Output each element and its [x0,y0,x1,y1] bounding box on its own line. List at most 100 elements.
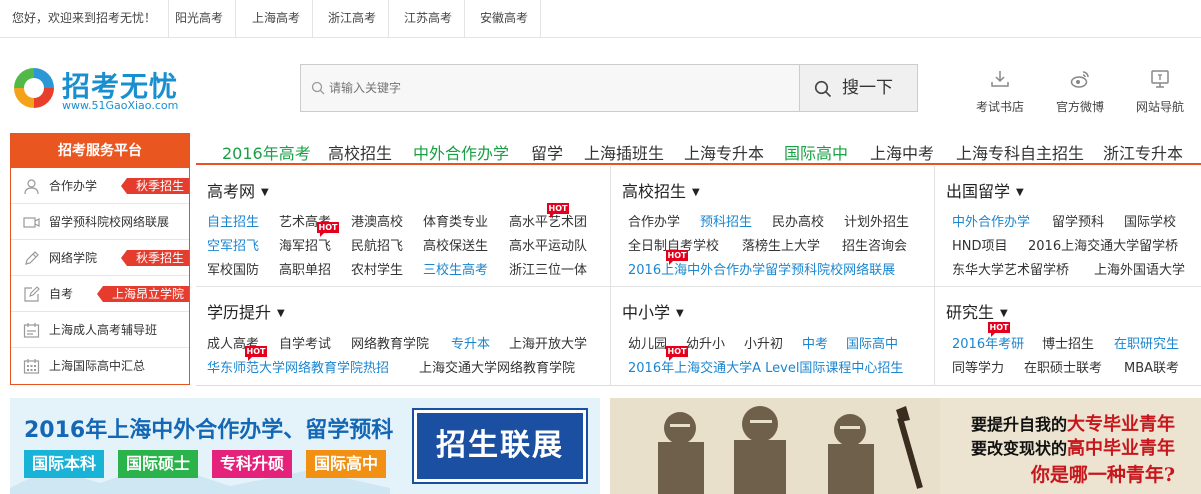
nav-item-zhongkao[interactable]: 上海中考 [870,140,934,164]
banner-line-2: 要改变现状的高中毕业青年 [970,438,1175,459]
link[interactable]: 上海交通大学网络教育学院 [419,357,575,376]
link[interactable]: 体育类专业 [423,211,488,230]
service-item-liuxue-yuke[interactable]: 留学预科院校网络联展 [11,204,189,240]
link[interactable]: 海军招飞 [279,235,331,254]
link[interactable]: 民航招飞 [351,235,403,254]
hot-badge: HOT [245,346,267,361]
link[interactable]: 港澳高校 [351,211,403,230]
nav-item-zhuanshengben[interactable]: 上海专升本 [684,140,764,164]
nav-item-hezuo[interactable]: 中外合作办学 [413,140,509,164]
nav-item-zhejiang-zsb[interactable]: 浙江专升本 [1103,140,1183,164]
search-small-icon [311,81,325,95]
link[interactable]: MBA联考 [1124,357,1179,376]
hot-badge: HOT [317,222,339,237]
quick-link-sitemap[interactable]: 网站导航 [1125,68,1195,120]
service-item-guoji-gaozhong[interactable]: 上海国际高中汇总 [11,348,189,384]
link[interactable]: 中外合作办学 [952,211,1030,230]
search-input[interactable] [329,73,789,103]
section-title[interactable]: 出国留学 ▼ [946,178,1024,202]
link[interactable]: 同等学力 [952,357,1004,376]
link[interactable]: 计划外招生 [844,211,909,230]
link[interactable]: 在职研究生 [1114,333,1179,352]
link[interactable]: 高校保送生 [423,235,488,254]
service-panel: 招考服务平台 合作办学 秋季招生 留学预科院校网络联展 网络学院 秋季招生 自考… [10,133,190,385]
service-item-label: 网络学院 [49,251,98,265]
nav-item-liuxue[interactable]: 留学 [531,140,563,164]
topbar-link-jiangsu[interactable]: 江苏高考 [392,0,466,37]
link[interactable]: 高职单招 [279,259,331,278]
link[interactable]: 空军招飞 [207,235,259,254]
topbar-link-shanghai[interactable]: 上海高考 [240,0,314,37]
logo-mark-icon [14,68,54,108]
banner-hezuo-liuxue[interactable]: 2016年上海中外合作办学、留学预科 国际本科 国际硕士 专科升硕 国际高中 招… [10,398,600,494]
banner-line-1: 要提升自我的大专毕业青年 [970,414,1175,435]
nav-item-gaoxiao[interactable]: 高校招生 [328,140,392,164]
link[interactable]: 农村学生 [351,259,403,278]
link[interactable]: 华东师范大学网络教育学院热招 [207,357,389,376]
link[interactable]: 幼升小 [686,333,725,352]
section-title[interactable]: 中小学 ▼ [622,299,684,323]
link[interactable]: 军校国防 [207,259,259,278]
service-item-zikao[interactable]: 自考 上海昂立学院 [11,276,190,312]
service-badge: 秋季招生 [120,250,190,266]
link[interactable]: 自学考试 [279,333,331,352]
link[interactable]: 预科招生 [700,211,752,230]
nav-item-gaokao2016[interactable]: 2016年高考 [222,140,311,164]
search-box: 搜一下 [300,64,918,112]
link[interactable]: 民办高校 [772,211,824,230]
link[interactable]: 网络教育学院 [351,333,429,352]
link[interactable]: 高水平运动队 [509,235,587,254]
banner-title: 2016年上海中外合作办学、留学预科 [24,418,394,443]
link[interactable]: 专升本 [451,333,490,352]
link[interactable]: 自主招生 [207,211,259,230]
banner-tag: 国际硕士 [118,450,199,478]
link[interactable]: 落榜生上大学 [742,235,820,254]
service-item-wangluo[interactable]: 网络学院 秋季招生 [11,240,190,276]
section-zhongxiao: 中小学 ▼ 幼儿园 幼升小 小升初 中考 国际高中 2016年上海交通大学A Le… [611,287,935,386]
link[interactable]: 上海开放大学 [509,333,587,352]
link[interactable]: 博士招生 [1042,333,1094,352]
link[interactable]: 招生咨询会 [842,235,907,254]
topbar-link-yangguang[interactable]: 阳光高考 [163,0,237,37]
service-item-chenggao[interactable]: 上海成人高考辅导班 [11,312,189,348]
quick-link-weibo[interactable]: 官方微博 [1045,68,1115,120]
search-button[interactable]: 搜一下 [799,65,917,111]
link[interactable]: 东华大学艺术留学桥 [952,259,1069,278]
link[interactable]: 幼儿园 [628,333,667,352]
nav-item-zhuanke-zizhu[interactable]: 上海专科自主招生 [956,140,1084,164]
grid-calendar-icon [23,359,40,374]
link[interactable]: 国际学校 [1124,211,1176,230]
nav-item-chabansheng[interactable]: 上海插班生 [584,140,664,164]
section-gaokao: 高考网 ▼ 自主招生 艺术高考 港澳高校 体育类专业 高水平艺术团 HOT 空军招… [196,166,611,287]
link[interactable]: HND项目 [952,235,1008,254]
topbar-link-anhui[interactable]: 安徽高考 [468,0,542,37]
link[interactable]: 合作办学 [628,211,680,230]
link[interactable]: 2016上海交通大学留学桥 [1028,235,1178,254]
propaganda-figures-illustration [610,398,940,494]
hot-badge: HOT [547,203,569,218]
monitor-icon [1151,70,1169,88]
link[interactable]: 2016年考研 [952,333,1024,352]
quick-link-bookstore[interactable]: 考试书店 [965,68,1035,120]
banner-qingnian[interactable]: 要提升自我的大专毕业青年 要改变现状的高中毕业青年 你是哪一种青年? [610,398,1201,494]
section-title[interactable]: 学历提升 ▼ [207,299,285,323]
service-item-hezuo[interactable]: 合作办学 秋季招生 [11,168,190,204]
site-logo[interactable]: 招考无忧 www.51GaoXiao.com [10,62,200,118]
link[interactable]: 留学预科 [1052,211,1104,230]
section-title[interactable]: 高校招生 ▼ [622,178,700,202]
link[interactable]: 在职硕士联考 [1024,357,1102,376]
weibo-icon [1070,71,1089,88]
service-item-label: 上海国际高中汇总 [49,359,146,373]
link[interactable]: 国际高中 [846,333,898,352]
section-title[interactable]: 研究生 ▼ [946,299,1008,323]
link[interactable]: 浙江三位一体 [509,259,587,278]
pencil-icon [25,251,39,265]
user-icon [24,179,39,195]
link[interactable]: 小升初 [744,333,783,352]
link[interactable]: 三校生高考 [423,259,488,278]
section-title[interactable]: 高考网 ▼ [207,178,269,202]
link[interactable]: 上海外国语大学 [1094,259,1185,278]
nav-item-guoji-gaozhong[interactable]: 国际高中 [784,140,848,164]
link[interactable]: 中考 [802,333,828,352]
topbar-link-zhejiang[interactable]: 浙江高考 [316,0,390,37]
